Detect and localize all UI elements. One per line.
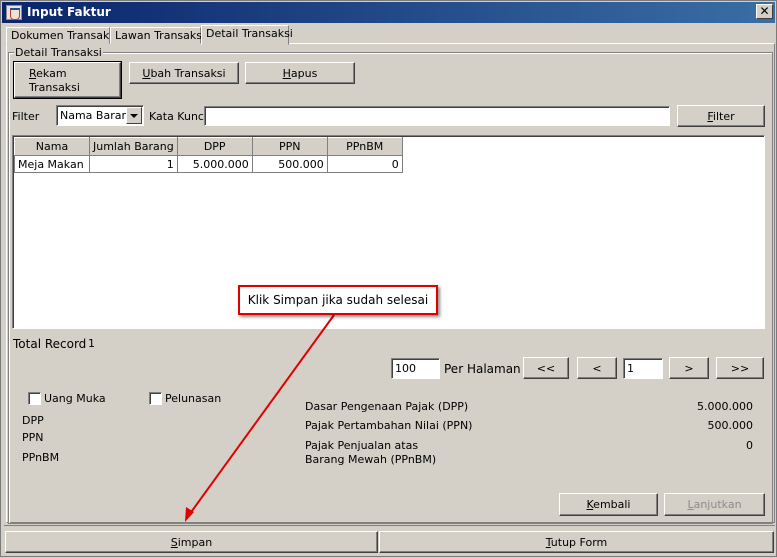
hapus-label: Hapus bbox=[282, 66, 318, 80]
cell-jumlah[interactable]: 1 bbox=[89, 155, 178, 173]
table-row[interactable]: Meja Makan 1 5.000.000 500.000 0 bbox=[14, 155, 403, 173]
column-header-ppn[interactable]: PPN bbox=[251, 137, 328, 156]
window-title: Input Faktur bbox=[27, 5, 111, 19]
summary-dpp-value: 5.000.000 bbox=[697, 400, 753, 413]
kembali-label: Kembali bbox=[586, 498, 631, 511]
first-page-button[interactable]: << bbox=[523, 357, 569, 379]
next-page-button[interactable]: > bbox=[669, 357, 709, 379]
kata-kunci-label: Kata Kunci bbox=[149, 110, 208, 123]
column-header-jumlah-barang[interactable]: Jumlah Barang bbox=[89, 137, 178, 156]
pelunasan-checkbox[interactable] bbox=[149, 392, 162, 405]
title-bar[interactable]: Input Faktur ✕ bbox=[2, 2, 775, 23]
table-header-row: Nama Jumlah Barang DPP PPN PPnBM bbox=[14, 137, 403, 156]
total-record-value: 1 bbox=[88, 337, 95, 350]
kata-kunci-input[interactable] bbox=[204, 106, 670, 126]
pelunasan-label: Pelunasan bbox=[165, 392, 222, 405]
summary-ppn-label: Pajak Pertambahan Nilai (PPN) bbox=[305, 419, 473, 432]
tab-lawan-transaksi[interactable]: Lawan Transaksi bbox=[110, 27, 205, 44]
input-faktur-window: Input Faktur ✕ Dokumen Transaksi Lawan T… bbox=[0, 0, 777, 557]
dpp-label: DPP bbox=[22, 414, 44, 427]
cell-nama[interactable]: Meja Makan bbox=[14, 155, 90, 173]
tab-detail-transaksi[interactable]: Detail Transaksi bbox=[201, 25, 293, 45]
summary-dpp-label: Dasar Pengenaan Pajak (DPP) bbox=[305, 400, 469, 413]
filter-field-value: Nama Barang bbox=[60, 109, 136, 122]
lanjutkan-button[interactable]: Lanjutkan bbox=[664, 493, 765, 516]
rekam-transaksi-button[interactable]: Rekam Transaksi bbox=[13, 61, 122, 99]
page-number-input[interactable] bbox=[623, 358, 663, 379]
instruction-callout: Klik Simpan jika sudah selesai bbox=[238, 285, 438, 315]
filter-field-select[interactable]: Nama Barang bbox=[56, 105, 144, 126]
uang-muka-label: Uang Muka bbox=[44, 392, 106, 405]
kembali-button[interactable]: Kembali bbox=[559, 493, 658, 516]
ppn-label: PPN bbox=[22, 431, 44, 444]
cell-ppnbm[interactable]: 0 bbox=[326, 155, 403, 173]
rekam-transaksi-label: Rekam Transaksi bbox=[29, 67, 80, 94]
java-app-icon bbox=[6, 5, 22, 20]
ubah-transaksi-label: Ubah Transaksi bbox=[142, 66, 226, 80]
column-header-ppnbm[interactable]: PPnBM bbox=[326, 137, 403, 156]
tab-dokumen-transaksi[interactable]: Dokumen Transaksi bbox=[6, 27, 118, 44]
tutup-form-button[interactable]: Tutup Form bbox=[379, 531, 774, 553]
per-halaman-input[interactable] bbox=[391, 358, 440, 379]
cell-ppn[interactable]: 500.000 bbox=[251, 155, 328, 173]
hapus-button[interactable]: Hapus bbox=[245, 62, 355, 84]
footer-separator bbox=[4, 525, 775, 526]
tutup-form-label: Tutup Form bbox=[545, 535, 608, 549]
detail-table: Nama Jumlah Barang DPP PPN PPnBM Meja Ma… bbox=[14, 137, 403, 173]
summary-ppnbm-label-line1: Pajak Penjualan atas bbox=[305, 439, 419, 452]
ppnbm-label: PPnBM bbox=[22, 451, 60, 464]
cell-dpp[interactable]: 5.000.000 bbox=[176, 155, 253, 173]
simpan-label: Simpan bbox=[170, 535, 213, 549]
ubah-transaksi-button[interactable]: Ubah Transaksi bbox=[129, 62, 239, 84]
chevron-down-icon[interactable] bbox=[126, 107, 142, 124]
per-halaman-label: Per Halaman bbox=[444, 362, 521, 376]
close-button[interactable]: ✕ bbox=[756, 4, 773, 19]
callout-text: Klik Simpan jika sudah selesai bbox=[247, 293, 429, 307]
lanjutkan-label: Lanjutkan bbox=[687, 498, 742, 511]
total-record-label: Total Record bbox=[13, 337, 87, 351]
filter-label: Filter bbox=[12, 110, 40, 123]
uang-muka-checkbox[interactable] bbox=[28, 392, 41, 405]
last-page-button[interactable]: >> bbox=[716, 357, 764, 379]
group-legend: Detail Transaksi bbox=[14, 46, 103, 59]
summary-ppnbm-label-line2: Barang Mewah (PPnBM) bbox=[305, 453, 437, 466]
filter-button-label: Filter bbox=[707, 109, 735, 123]
filter-button[interactable]: Filter bbox=[677, 105, 765, 127]
simpan-button[interactable]: Simpan bbox=[5, 531, 378, 553]
prev-page-button[interactable]: < bbox=[577, 357, 617, 379]
column-header-dpp[interactable]: DPP bbox=[176, 137, 253, 156]
summary-ppnbm-value: 0 bbox=[746, 439, 753, 452]
column-header-nama[interactable]: Nama bbox=[14, 137, 90, 156]
summary-ppn-value: 500.000 bbox=[707, 419, 754, 432]
